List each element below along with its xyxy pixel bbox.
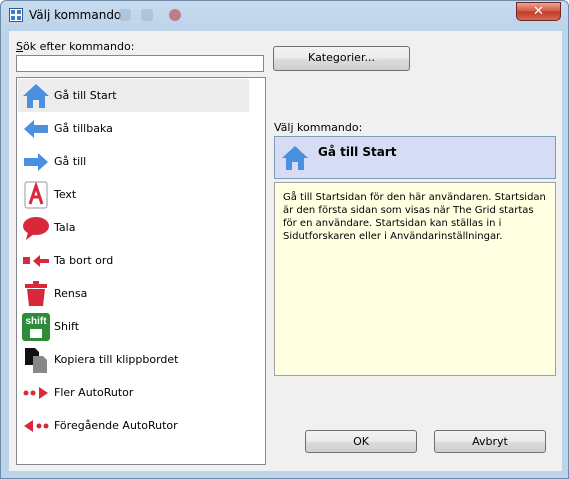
command-item-label: Text: [54, 188, 77, 201]
dialog-body: Sök efter kommando: Kategorier... Gå til…: [9, 31, 562, 471]
background-window-icon: [119, 9, 131, 21]
command-item-label: Kopiera till klippbordet: [54, 353, 179, 366]
command-item-label: Shift: [54, 320, 80, 333]
window-title: Välj kommando: [29, 8, 122, 22]
search-label-accesskey: S: [16, 40, 23, 53]
search-label: Sök efter kommando:: [16, 40, 134, 53]
command-item-label: Tala: [54, 221, 76, 234]
dialog-window: Välj kommando ✕ Sök efter kommando: Kate…: [0, 0, 569, 479]
trash-icon: [25, 281, 47, 306]
svg-text:shift: shift: [25, 316, 47, 327]
background-window-icon: [141, 9, 153, 21]
text-a-icon: [24, 181, 48, 209]
search-input[interactable]: [16, 55, 264, 72]
command-list[interactable]: Gå till Start Gå tillbaka Gå till Text Tala T…: [16, 77, 266, 465]
command-item[interactable]: Tala: [18, 211, 249, 244]
close-icon: ✕: [533, 4, 544, 19]
selected-command-name: Gå till Start: [318, 145, 397, 159]
command-item[interactable]: Ta bort ord: [18, 244, 249, 277]
categories-button[interactable]: Kategorier...: [273, 46, 410, 71]
background-window-icon: [169, 9, 181, 21]
delete-word-icon: [23, 255, 49, 267]
home-icon: [282, 146, 308, 170]
selected-command-header: Gå till Start: [274, 136, 556, 179]
cancel-button[interactable]: Avbryt: [434, 430, 546, 453]
shift-key-icon: shift: [22, 313, 50, 341]
more-cells-icon: [23, 387, 48, 399]
command-item[interactable]: Gå till: [18, 145, 249, 178]
command-item-label: Gå till Start: [54, 89, 117, 102]
close-button[interactable]: ✕: [516, 2, 561, 21]
command-item-label: Gå till: [54, 155, 87, 168]
command-item[interactable]: Gå till Start: [18, 79, 249, 112]
selected-command-label: Välj kommando:: [274, 121, 363, 134]
ok-button[interactable]: OK: [305, 430, 417, 453]
arrow-right-icon: [24, 153, 48, 171]
title-bar[interactable]: Välj kommando ✕: [1, 1, 568, 29]
command-item[interactable]: Rensa: [18, 277, 249, 310]
command-item-label: Rensa: [54, 287, 88, 300]
search-label-text: ök efter kommando:: [22, 40, 135, 53]
command-item[interactable]: shift Shift: [18, 310, 249, 343]
command-item[interactable]: Kopiera till klippbordet: [18, 343, 249, 376]
command-description: Gå till Startsidan för den här användare…: [274, 182, 556, 376]
speech-bubble-icon: [23, 217, 49, 240]
command-item-label: Gå tillbaka: [54, 122, 113, 135]
previous-cells-icon: [24, 420, 49, 432]
copy-icon: [25, 348, 47, 373]
command-item-label: Fler AutoRutor: [54, 386, 134, 399]
command-item[interactable]: Text: [18, 178, 249, 211]
command-item[interactable]: Fler AutoRutor: [18, 376, 249, 409]
home-icon: [23, 84, 49, 108]
command-item-label: Ta bort ord: [54, 254, 114, 267]
arrow-left-icon: [24, 120, 48, 138]
command-item[interactable]: Föregående AutoRutor: [18, 409, 249, 442]
command-item[interactable]: Gå tillbaka: [18, 112, 249, 145]
app-icon: [9, 8, 23, 22]
command-item-label: Föregående AutoRutor: [54, 419, 178, 432]
